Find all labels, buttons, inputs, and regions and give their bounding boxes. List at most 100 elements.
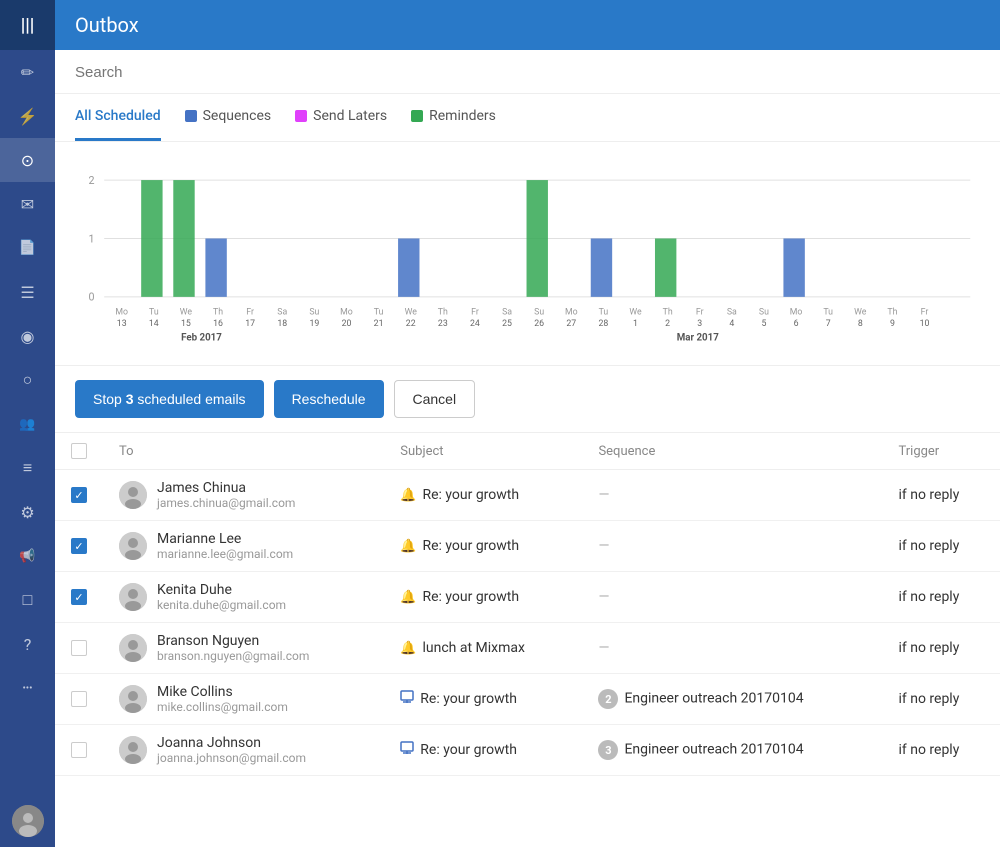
svg-text:Fr: Fr	[921, 307, 929, 317]
reminder-icon: 🔔	[400, 539, 416, 554]
sequence-icon	[400, 690, 414, 708]
sequence-icon	[400, 741, 414, 759]
sidebar-icon-circle[interactable]: ○	[0, 358, 55, 402]
svg-text:16: 16	[213, 319, 223, 329]
svg-text:24: 24	[470, 319, 480, 329]
svg-text:18: 18	[277, 319, 287, 329]
svg-text:27: 27	[566, 319, 576, 329]
svg-text:2: 2	[665, 319, 670, 329]
table-row: Joanna Johnsonjoanna.johnson@gmail.comRe…	[55, 725, 1000, 776]
sidebar-icon-list[interactable]: ☰	[0, 270, 55, 314]
subject-text: Re: your growth	[422, 487, 519, 503]
sidebar-icon-doc[interactable]: 📄	[0, 226, 55, 270]
row-checkbox[interactable]	[71, 691, 87, 707]
stop-label: Stop 3 scheduled emails	[93, 391, 246, 407]
sequence-cell: 3Engineer outreach 20170104	[582, 725, 882, 776]
svg-text:Fr: Fr	[246, 307, 254, 317]
row-checkbox[interactable]	[71, 742, 87, 758]
sidebar-icon-lines[interactable]: ≡	[0, 446, 55, 490]
col-subject: Subject	[384, 433, 582, 470]
sequence-badge: 3	[598, 740, 618, 760]
reschedule-button[interactable]: Reschedule	[274, 380, 384, 418]
sidebar-icon-box[interactable]: □	[0, 578, 55, 622]
contact-name: Mike Collins	[157, 684, 288, 700]
sidebar-icon-lightning[interactable]: ⚡	[0, 94, 55, 138]
row-checkbox[interactable]	[71, 640, 87, 656]
svg-text:Sa: Sa	[727, 307, 737, 317]
svg-text:5: 5	[762, 319, 767, 329]
svg-text:17: 17	[245, 319, 255, 329]
col-sequence: Sequence	[582, 433, 882, 470]
cancel-button[interactable]: Cancel	[394, 380, 476, 418]
search-input[interactable]	[75, 64, 980, 81]
trigger-cell: if no reply	[882, 623, 1000, 674]
sidebar-icon-people[interactable]: 👥	[0, 402, 55, 446]
sidebar-icon-gear[interactable]: ⚙	[0, 490, 55, 534]
trigger-cell: if no reply	[882, 572, 1000, 623]
svg-text:0: 0	[88, 291, 94, 304]
logo-icon: |||	[21, 15, 35, 36]
select-all-checkbox[interactable]	[71, 443, 87, 459]
row-checkbox[interactable]	[71, 487, 87, 503]
avatar[interactable]	[12, 805, 44, 837]
svg-text:Tu: Tu	[149, 307, 159, 317]
svg-text:10: 10	[920, 319, 930, 329]
avatar	[119, 481, 147, 509]
svg-text:Su: Su	[534, 307, 544, 317]
sidebar-icon-megaphone[interactable]: 📢	[0, 534, 55, 578]
sidebar-icon-dots[interactable]: •••	[0, 666, 55, 710]
svg-text:9: 9	[890, 319, 895, 329]
email-table-container: To Subject Sequence Trigger James Chinua…	[55, 433, 1000, 847]
svg-text:26: 26	[534, 319, 544, 329]
reminder-icon: 🔔	[400, 641, 416, 656]
reminder-icon: 🔔	[400, 488, 416, 503]
svg-text:4: 4	[729, 319, 734, 329]
email-table: To Subject Sequence Trigger James Chinua…	[55, 433, 1000, 776]
trigger-cell: if no reply	[882, 521, 1000, 572]
svg-text:21: 21	[374, 319, 384, 329]
sidebar-icon-inbox[interactable]: ✉	[0, 182, 55, 226]
stop-button[interactable]: Stop 3 scheduled emails	[75, 380, 264, 418]
tab-send-laters[interactable]: Send Laters	[295, 94, 387, 141]
row-checkbox[interactable]	[71, 538, 87, 554]
row-checkbox[interactable]	[71, 589, 87, 605]
main-content: Outbox All Scheduled Sequences Send Late…	[55, 0, 1000, 847]
sidebar-icon-chart[interactable]: ◉	[0, 314, 55, 358]
svg-text:Th: Th	[213, 307, 223, 317]
subject-text: Re: your growth	[422, 589, 519, 605]
header: Outbox	[55, 0, 1000, 50]
svg-text:13: 13	[117, 319, 127, 329]
tab-sendlaters-label: Send Laters	[313, 108, 387, 124]
svg-text:Sa: Sa	[502, 307, 512, 317]
logo[interactable]: |||	[0, 0, 55, 50]
svg-text:Mo: Mo	[565, 307, 578, 317]
tab-sequences[interactable]: Sequences	[185, 94, 272, 141]
table-row: James Chinuajames.chinua@gmail.com🔔Re: y…	[55, 470, 1000, 521]
avatar	[119, 634, 147, 662]
avatar	[119, 532, 147, 560]
svg-text:Su: Su	[759, 307, 769, 317]
svg-text:19: 19	[309, 319, 319, 329]
svg-text:15: 15	[181, 319, 191, 329]
sequence-cell: —	[582, 572, 882, 623]
svg-text:We: We	[629, 307, 642, 317]
contact-email: mike.collins@gmail.com	[157, 700, 288, 714]
svg-text:Su: Su	[309, 307, 319, 317]
sidebar-icon-compose[interactable]: ✏	[0, 50, 55, 94]
trigger-cell: if no reply	[882, 674, 1000, 725]
contact-email: marianne.lee@gmail.com	[157, 547, 293, 561]
tab-all-scheduled[interactable]: All Scheduled	[75, 94, 161, 141]
sidebar-icon-clock[interactable]: ⊙	[0, 138, 55, 182]
tabs-bar: All Scheduled Sequences Send Laters Remi…	[55, 94, 1000, 142]
reminders-dot	[411, 110, 423, 122]
sidebar-icon-question[interactable]: ?	[0, 622, 55, 666]
chart-area: 2 1 0 Mo Tu We Th Fr Sa Su Mo Tu We Th F…	[55, 142, 1000, 366]
svg-text:8: 8	[858, 319, 863, 329]
sequence-cell: 2Engineer outreach 20170104	[582, 674, 882, 725]
svg-text:Mo: Mo	[340, 307, 353, 317]
contact-name: Marianne Lee	[157, 531, 293, 547]
svg-text:6: 6	[794, 319, 799, 329]
tab-reminders[interactable]: Reminders	[411, 94, 496, 141]
subject-text: Re: your growth	[422, 538, 519, 554]
contact-email: james.chinua@gmail.com	[157, 496, 295, 510]
